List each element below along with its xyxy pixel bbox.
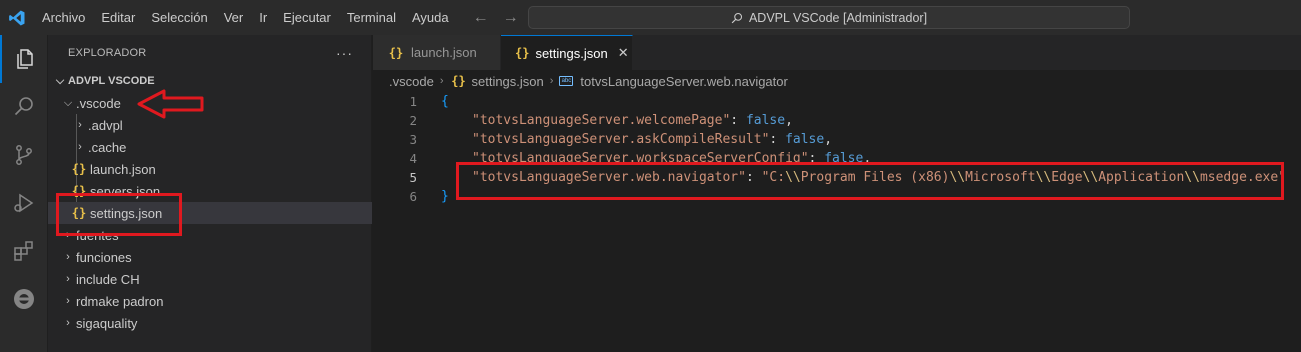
tree-item-launch-json[interactable]: {} launch.json (48, 158, 372, 180)
json-file-icon: {} (515, 46, 530, 60)
json-value: false (785, 132, 825, 147)
command-center-label: ADVPL VSCode [Administrador] (748, 10, 928, 25)
breadcrumb-folder[interactable]: .vscode (389, 74, 434, 89)
property-icon: abc (559, 76, 574, 86)
tree-item-label: sigaquality (76, 315, 138, 331)
editor-tab-bar: {} launch.json {} settings.json ✕ (373, 35, 1301, 70)
totvs-icon[interactable] (0, 275, 48, 323)
chevron-down-icon: ⌵ (55, 74, 65, 87)
tree-item-funciones[interactable]: › funciones (48, 246, 372, 268)
search-icon (731, 12, 742, 23)
json-key: "totvsLanguageServer.welcomePage" (472, 113, 731, 128)
json-file-icon: {} (451, 74, 466, 88)
code-line: 1 { (373, 92, 1301, 111)
json-comma: , (824, 132, 833, 147)
menu-ir[interactable]: Ir (251, 0, 275, 35)
tree-item-label: funciones (76, 249, 132, 265)
explorer-header: EXPLORADOR ··· (48, 35, 371, 70)
json-separator: : (730, 113, 746, 128)
json-file-icon: {} (71, 162, 87, 176)
annotation-box-settings (56, 193, 182, 236)
tree-item-label: rdmake padron (76, 293, 164, 309)
tree-item-rdmake-padron[interactable]: › rdmake padron (48, 290, 372, 312)
json-key: "totvsLanguageServer.askCompileResult" (472, 132, 770, 147)
command-center[interactable]: ADVPL VSCode [Administrador] (528, 6, 1130, 29)
tree-item-label: .cache (88, 139, 127, 155)
menu-bar: Archivo Editar Selección Ver Ir Ejecutar… (34, 0, 457, 35)
breadcrumb-file[interactable]: settings.json (471, 74, 543, 89)
tab-launch-json[interactable]: {} launch.json (373, 35, 501, 70)
tree-root[interactable]: ⌵ ADVPL VSCODE (48, 70, 372, 92)
line-number: 3 (409, 132, 417, 147)
chevron-right-icon: › (78, 119, 82, 131)
json-file-icon: {} (388, 45, 404, 60)
explorer-title: EXPLORADOR (68, 46, 147, 59)
tab-settings-json[interactable]: {} settings.json ✕ (501, 35, 633, 70)
tree-item-label: launch.json (90, 161, 156, 177)
tree-item-label: .vscode (76, 95, 121, 111)
run-debug-icon[interactable] (0, 179, 48, 227)
json-separator: : (769, 132, 786, 147)
breadcrumb-symbol[interactable]: totvsLanguageServer.web.navigator (580, 74, 787, 89)
menu-ver[interactable]: Ver (216, 0, 252, 35)
code-line: 2 "totvsLanguageServer.welcomePage": fal… (373, 111, 1301, 130)
line-number: 5 (409, 170, 417, 185)
menu-terminal[interactable]: Terminal (339, 0, 404, 35)
tree-item-advpl[interactable]: › .advpl (48, 114, 372, 136)
menu-editar[interactable]: Editar (93, 0, 143, 35)
chevron-right-icon: › (78, 141, 82, 153)
tree-item-cache[interactable]: › .cache (48, 136, 372, 158)
line-number: 6 (409, 189, 417, 204)
annotation-arrow-icon (137, 89, 204, 119)
line-number: 2 (409, 113, 417, 128)
line-number: 4 (409, 151, 417, 166)
more-actions-icon[interactable]: ··· (336, 45, 353, 61)
extensions-icon[interactable] (0, 227, 48, 275)
code-text: } (441, 189, 449, 204)
annotation-box-navigator (456, 162, 1284, 200)
menu-seleccion[interactable]: Selección (143, 0, 215, 35)
chevron-right-icon: › (66, 273, 70, 285)
chevron-right-icon: › (439, 75, 444, 87)
vscode-logo-icon (0, 0, 34, 35)
explorer-icon[interactable] (0, 35, 48, 83)
json-comma: , (785, 113, 793, 128)
menu-ejecutar[interactable]: Ejecutar (275, 0, 339, 35)
close-icon[interactable]: ✕ (618, 45, 629, 61)
chevron-down-icon: ⌵ (63, 96, 73, 109)
menu-ayuda[interactable]: Ayuda (404, 0, 457, 35)
chevron-right-icon: › (66, 251, 70, 263)
tab-label: settings.json (535, 45, 608, 61)
title-bar: Archivo Editar Selección Ver Ir Ejecutar… (0, 0, 1301, 35)
tree-item-sigaquality[interactable]: › sigaquality (48, 312, 372, 334)
json-value: false (745, 113, 786, 128)
tree-item-label: .advpl (88, 117, 123, 133)
source-control-icon[interactable] (0, 131, 48, 179)
code-text: { (441, 94, 449, 109)
code-editor[interactable]: 1 { 2 "totvsLanguageServer.welcomePage":… (373, 92, 1301, 352)
tree-root-label: ADVPL VSCODE (68, 75, 155, 87)
activity-bar (0, 35, 48, 352)
chevron-right-icon: › (66, 295, 70, 307)
menu-archivo[interactable]: Archivo (34, 0, 93, 35)
tree-item-vscode[interactable]: ⌵ .vscode (48, 92, 372, 114)
line-number: 1 (409, 94, 417, 109)
back-arrow-icon[interactable]: ← (473, 9, 489, 27)
tab-label: launch.json (411, 45, 477, 60)
chevron-right-icon: › (66, 317, 70, 329)
chevron-right-icon: › (549, 75, 554, 87)
history-navigation: ← → (473, 9, 519, 27)
code-line: 3 "totvsLanguageServer.askCompileResult"… (373, 130, 1301, 149)
breadcrumb: .vscode › {} settings.json › abc totvsLa… (373, 70, 1301, 92)
tree-item-label: include CH (76, 271, 140, 287)
forward-arrow-icon[interactable]: → (503, 9, 519, 27)
tree-item-include-ch[interactable]: › include CH (48, 268, 372, 290)
search-icon[interactable] (0, 83, 48, 131)
